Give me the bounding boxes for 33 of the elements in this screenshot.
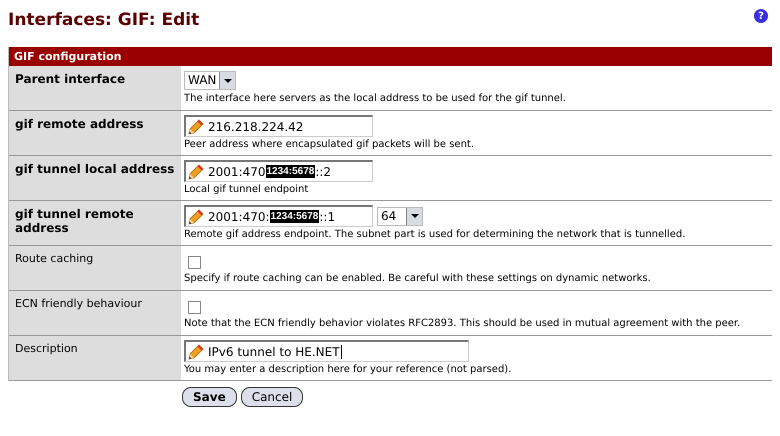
field-label: Description — [9, 336, 181, 380]
help-text: Remote gif address endpoint. The subnet part is used for determining the network that is tunnelled. — [184, 229, 686, 240]
help-icon[interactable]: ? — [754, 9, 768, 23]
help-text: Note that the ECN friendly behavior violates RFC2893. This should be used in mutual agreement with the peer. — [184, 318, 742, 329]
help-text: Specify if route caching can be enabled. Be careful with these settings on dynamic networks. — [184, 273, 652, 284]
save-button[interactable]: Save — [182, 387, 237, 407]
help-text: Peer address where encapsulated gif packets will be sent. — [184, 139, 476, 150]
field-label: gif tunnel remote address — [9, 201, 181, 245]
caret-icon — [410, 214, 418, 218]
field-label: Parent interface — [9, 66, 181, 110]
dropdown[interactable]: 64 — [377, 206, 423, 226]
input-field[interactable]: 2001:4701234:5678::2 — [184, 160, 373, 182]
field-label: Route caching — [9, 246, 181, 290]
pencil-icon — [188, 208, 204, 224]
field-label: gif tunnel local address — [9, 156, 181, 200]
help-text: Local gif tunnel endpoint — [184, 184, 310, 195]
checkbox[interactable] — [188, 301, 201, 314]
pencil-icon — [188, 118, 204, 134]
input-field[interactable]: 2001:470:1234:5678::1 — [184, 205, 373, 227]
pencil-icon — [188, 344, 204, 360]
field-label: ECN friendly behaviour — [9, 291, 181, 335]
page-title: Interfaces: GIF: Edit — [8, 10, 200, 30]
help-text: You may enter a description here for your reference (not parsed). — [184, 364, 512, 375]
caret-icon — [224, 78, 232, 82]
pencil-icon — [188, 164, 204, 180]
input-field[interactable]: 216.218.224.42 — [184, 115, 373, 137]
cancel-button[interactable]: Cancel — [240, 387, 304, 407]
field-label: gif remote address — [9, 111, 181, 155]
help-text: The interface here servers as the local address to be used for the gif tunnel. — [184, 93, 567, 104]
section-header: GIF configuration — [9, 47, 772, 66]
checkbox[interactable] — [188, 256, 201, 269]
input-field[interactable]: IPv6 tunnel to HE.NET — [184, 340, 469, 362]
dropdown[interactable]: WAN — [184, 71, 236, 90]
